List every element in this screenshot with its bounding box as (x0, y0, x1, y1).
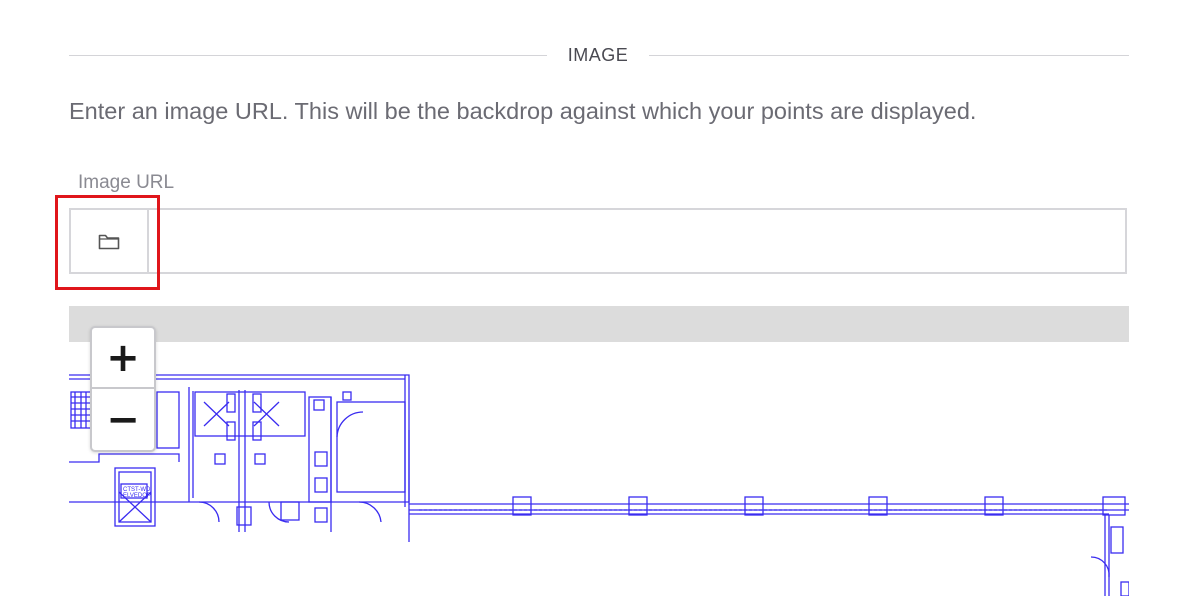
map-toolbar (69, 306, 1129, 342)
highlight-box (55, 195, 160, 290)
zoom-out-button[interactable]: − (92, 390, 154, 451)
zoom-in-button[interactable]: + (92, 328, 154, 389)
svg-text:ELVEDOP: ELVEDOP (123, 493, 151, 499)
image-url-label: Image URL (78, 172, 175, 193)
divider-right (649, 55, 1129, 56)
image-url-input[interactable] (151, 210, 1125, 272)
map-viewport[interactable]: CTST-WD ELVEDOP (69, 342, 1129, 596)
floorplan-image: CTST-WD ELVEDOP (69, 374, 1129, 596)
section-title: IMAGE (567, 45, 629, 65)
zoom-control: + − (90, 326, 156, 452)
section-header: IMAGE (69, 42, 1129, 70)
section-description: Enter an image URL. This will be the bac… (69, 98, 977, 124)
image-url-field (69, 208, 1127, 274)
divider-left (69, 55, 547, 56)
